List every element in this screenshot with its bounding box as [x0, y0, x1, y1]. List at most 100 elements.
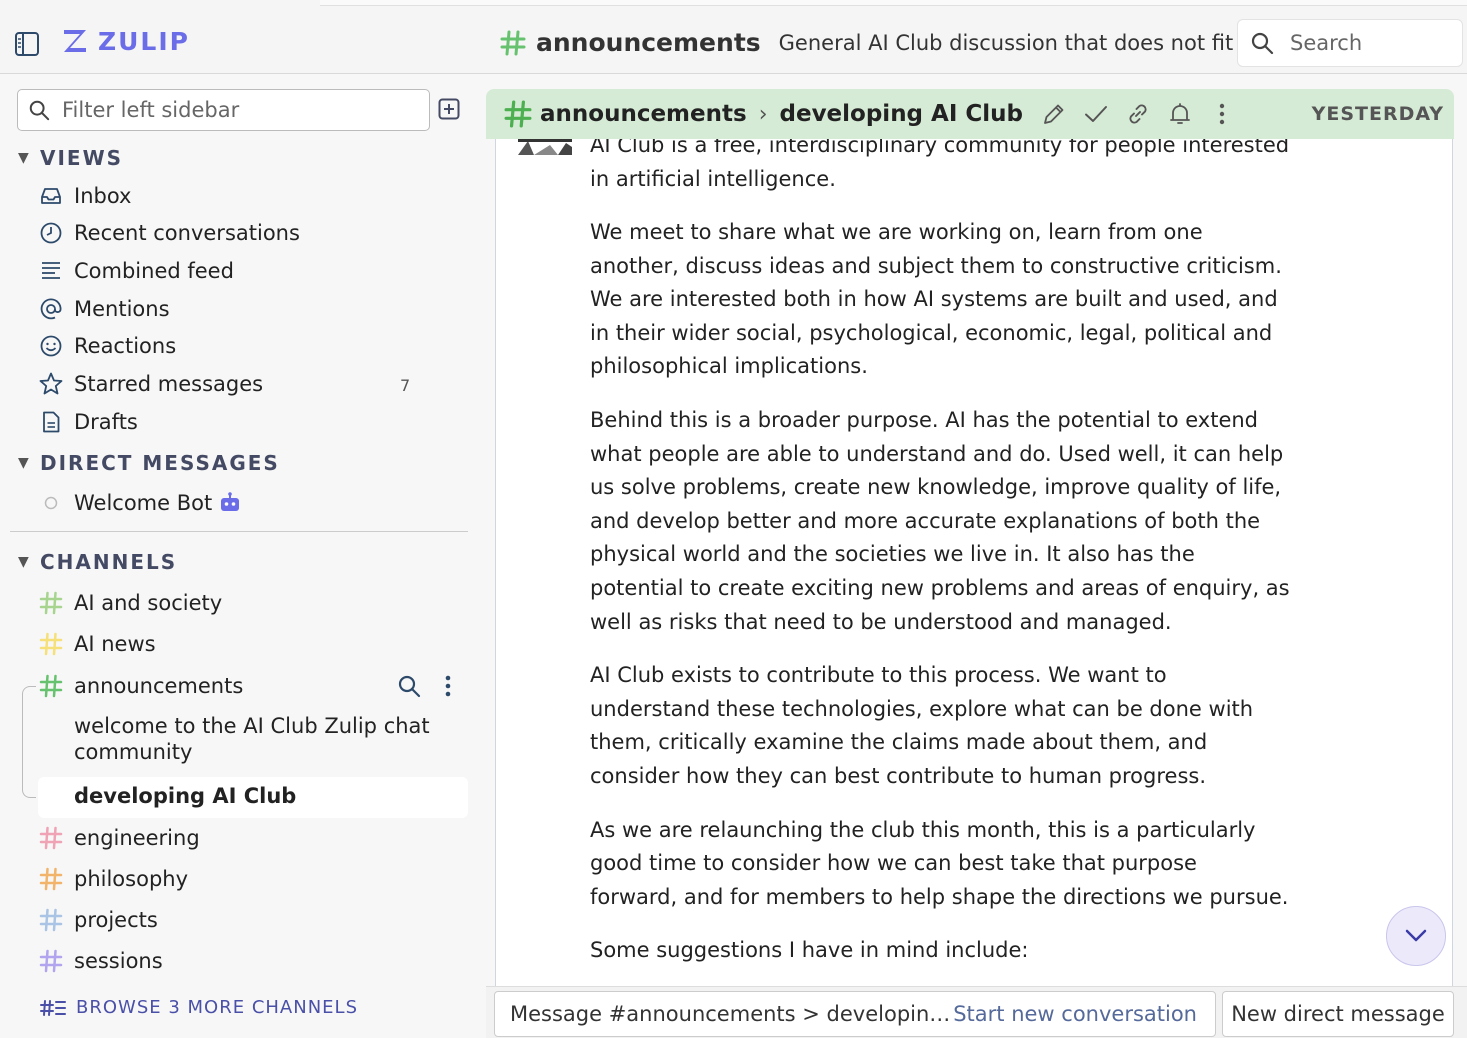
inbox-icon	[41, 188, 61, 204]
message-content: AI Club is a free, interdisciplinary com…	[590, 139, 1290, 988]
channel-item-label: AI and society	[74, 591, 223, 615]
zulip-logo[interactable]: ZULIP	[60, 26, 190, 56]
channel-hash-icon	[39, 949, 63, 973]
sidebar-item-recent-conversations[interactable]: Recent conversations	[38, 220, 300, 246]
navbar-channel-description: General AI Club discussion that does not…	[778, 30, 1275, 55]
starred-count: 7	[400, 376, 411, 395]
recipient-date: YESTERDAY	[1311, 103, 1444, 125]
more-options-icon[interactable]	[1209, 101, 1235, 127]
views-section-header[interactable]: ▼ VIEWS	[18, 146, 123, 170]
drafts-icon	[43, 411, 60, 433]
sidebar-item-label: Reactions	[74, 334, 177, 358]
direct-messages-label: DIRECT MESSAGES	[40, 451, 280, 475]
search-icon	[1251, 32, 1274, 55]
dm-item-label: Welcome Bot	[74, 491, 213, 515]
direct-messages-section-header[interactable]: ▼ DIRECT MESSAGES	[18, 451, 280, 475]
sidebar-item-label: Drafts	[74, 410, 138, 434]
edit-pencil-icon[interactable]	[1041, 101, 1067, 127]
compose-message-label: Message #announcements > developin…	[510, 1002, 951, 1026]
channel-item-ai-and-society[interactable]: AI and society	[38, 590, 222, 616]
dm-item-welcome-bot[interactable]: Welcome Bot	[38, 490, 242, 516]
sidebar-item-label: Combined feed	[74, 259, 234, 283]
channel-item-sessions[interactable]: sessions	[38, 948, 163, 974]
channel-item-label: sessions	[74, 949, 163, 973]
new-direct-message-button[interactable]: New direct message	[1222, 991, 1454, 1037]
presence-circle-icon	[44, 496, 58, 510]
topic-item-developing-ai-club[interactable]: developing AI Club	[74, 784, 296, 808]
channels-label: CHANNELS	[40, 550, 178, 574]
channel-hash-icon	[39, 591, 63, 615]
message-feed: announcements › developing AI Club YESTE…	[486, 89, 1454, 989]
scroll-to-bottom-button[interactable]	[1386, 906, 1446, 966]
navbar-channel-name: announcements	[536, 28, 761, 57]
sidebar-item-drafts[interactable]: Drafts	[38, 409, 138, 435]
navbar-channel-title[interactable]: announcements General AI Club discussion…	[500, 28, 1274, 57]
search-icon	[29, 100, 50, 121]
topic-actions	[1041, 101, 1235, 127]
channel-hash-icon	[504, 100, 532, 128]
recipient-bar[interactable]: announcements › developing AI Club YESTE…	[486, 89, 1454, 139]
collapse-triangle-icon: ▼	[18, 554, 29, 570]
sidebar-item-label: Inbox	[74, 184, 132, 208]
sidebar-item-reactions[interactable]: Reactions	[38, 333, 176, 359]
sidebar-item-mentions[interactable]: Mentions	[38, 296, 170, 322]
message-paragraph: We meet to share what we are working on,…	[590, 220, 1282, 379]
collapse-triangle-icon: ▼	[18, 455, 29, 471]
sidebar-item-label: Recent conversations	[74, 221, 300, 245]
channel-item-announcements[interactable]: announcements	[38, 673, 243, 699]
topic-item-label-line2: community	[74, 740, 193, 764]
sidebar-item-label: Mentions	[74, 297, 170, 321]
message-paragraph: AI Club is a free, interdisciplinary com…	[590, 139, 1290, 191]
sidebar-item-label: Starred messages	[74, 372, 264, 396]
message-paragraph: AI Club exists to contribute to this pro…	[590, 663, 1254, 788]
sidebar-item-inbox[interactable]: Inbox	[38, 183, 131, 209]
sidebar-toggle-icon[interactable]	[14, 31, 40, 57]
add-channel-icon[interactable]	[438, 98, 460, 120]
sender-avatar[interactable]	[518, 139, 572, 155]
collapse-triangle-icon: ▼	[18, 150, 29, 166]
topic-item-welcome[interactable]: welcome to the AI Club Zulip chat commun…	[74, 714, 430, 764]
bell-icon[interactable]	[1167, 101, 1193, 127]
sidebar-item-combined-feed[interactable]: Combined feed	[38, 258, 234, 284]
app-name: ZULIP	[98, 26, 190, 56]
channel-item-projects[interactable]: projects	[38, 907, 158, 933]
browse-more-channels-label: BROWSE 3 MORE CHANNELS	[76, 997, 358, 1018]
channel-hash-icon	[39, 674, 63, 698]
filter-left-sidebar-input[interactable]: Filter left sidebar	[17, 89, 430, 131]
compose-message-button[interactable]: Message #announcements > developin… Star…	[494, 991, 1216, 1037]
channel-item-philosophy[interactable]: philosophy	[38, 866, 188, 892]
check-resolve-icon[interactable]	[1083, 101, 1109, 127]
channel-search-icon[interactable]	[397, 674, 421, 698]
browse-more-channels-link[interactable]: BROWSE 3 MORE CHANNELS	[40, 997, 358, 1018]
recipient-channel-name[interactable]: announcements	[540, 101, 747, 127]
bot-icon	[221, 492, 240, 511]
at-icon	[40, 298, 62, 320]
filter-placeholder: Filter left sidebar	[62, 98, 240, 122]
start-new-conversation-button[interactable]: Start new conversation	[953, 1002, 1197, 1026]
topic-tree-bracket	[22, 686, 36, 798]
search-input[interactable]: Search	[1237, 19, 1463, 67]
message-paragraph: Behind this is a broader purpose. AI has…	[590, 407, 1290, 634]
sidebar-divider	[10, 531, 468, 532]
channel-hash-icon	[39, 867, 63, 891]
channel-item-label: AI news	[74, 632, 156, 656]
link-icon[interactable]	[1125, 101, 1151, 127]
recipient-topic-name[interactable]: developing AI Club	[780, 101, 1024, 127]
channel-more-options-icon[interactable]	[440, 674, 456, 698]
chevron-right-icon: ›	[758, 101, 768, 127]
topic-item-label-line1: welcome to the AI Club Zulip chat	[74, 714, 430, 738]
channel-hash-icon	[39, 826, 63, 850]
channel-item-ai-news[interactable]: AI news	[38, 631, 156, 657]
compose-bar: Message #announcements > developin… Star…	[486, 986, 1467, 1038]
left-sidebar: Filter left sidebar ▼ VIEWS Inbox Recent…	[0, 74, 478, 1038]
browse-channels-icon	[40, 999, 66, 1016]
message-body: AI Club is a free, interdisciplinary com…	[495, 139, 1453, 989]
channel-item-label: projects	[74, 908, 158, 932]
sidebar-item-starred-messages[interactable]: Starred messages	[38, 371, 263, 397]
star-icon	[39, 372, 63, 395]
channel-item-label: philosophy	[74, 867, 189, 891]
channels-section-header[interactable]: ▼ CHANNELS	[18, 550, 177, 574]
channel-item-engineering[interactable]: engineering	[38, 825, 200, 851]
channel-hash-icon	[39, 908, 63, 932]
views-label: VIEWS	[40, 146, 124, 170]
